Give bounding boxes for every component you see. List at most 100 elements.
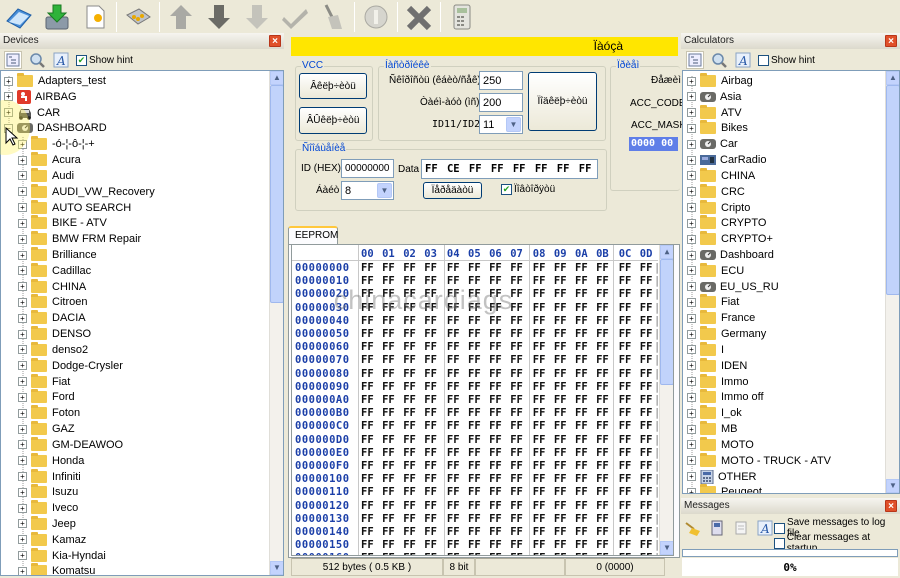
hex-byte[interactable]: FF xyxy=(489,420,502,432)
hex-row[interactable]: 000000E0 FF FF FF FF FF FF FF FF FF FF FF FF FF FF | xyxy=(292,447,660,460)
acc-value-field[interactable]: 0000 00 xyxy=(629,137,678,151)
tree-item[interactable]: + Bikes xyxy=(687,120,748,136)
hex-byte[interactable]: FF xyxy=(489,500,502,512)
hex-byte[interactable]: FF xyxy=(424,315,437,327)
tree-item[interactable]: + Jeep xyxy=(18,515,76,532)
hex-byte[interactable]: FF xyxy=(554,315,567,327)
hex-byte[interactable]: FF xyxy=(575,460,588,472)
hex-byte[interactable]: FF xyxy=(382,368,395,380)
hex-row[interactable]: 00000140 FF FF FF FF FF FF FF FF FF FF FF FF FF FF | xyxy=(292,526,660,539)
expand-icon[interactable]: + xyxy=(18,408,27,418)
hex-byte[interactable]: FF xyxy=(554,354,567,366)
hex-byte[interactable]: FF xyxy=(468,341,481,353)
hex-byte[interactable]: FF xyxy=(596,394,609,406)
expand-icon[interactable]: + xyxy=(687,408,696,418)
tree-item[interactable]: + Immo off xyxy=(687,389,764,405)
hex-byte[interactable]: FF xyxy=(533,328,546,340)
hex-byte[interactable]: FF xyxy=(596,552,609,555)
read-up-button[interactable] xyxy=(162,1,200,33)
tree-item[interactable]: + BMW FRM Repair xyxy=(18,231,141,247)
tree-item[interactable]: + Asia xyxy=(687,89,741,105)
hex-byte[interactable]: FF xyxy=(619,368,632,380)
hex-byte[interactable]: FF xyxy=(575,526,588,538)
hex-byte[interactable]: FF xyxy=(361,473,374,485)
tree-item[interactable]: + Iveco xyxy=(18,500,78,516)
tree-item[interactable]: + France xyxy=(687,310,755,326)
hex-byte[interactable]: FF xyxy=(424,486,437,498)
tree-item[interactable]: + ATV xyxy=(687,104,742,121)
tree-item[interactable]: + Honda xyxy=(18,452,84,469)
hex-byte[interactable]: FF xyxy=(533,394,546,406)
hex-byte[interactable]: FF xyxy=(403,447,416,459)
tree-item[interactable]: + DACIA xyxy=(18,310,86,326)
hex-byte[interactable]: FF xyxy=(468,473,481,485)
hex-byte[interactable]: FF xyxy=(361,341,374,353)
hex-byte[interactable]: FF xyxy=(382,407,395,419)
hex-byte[interactable]: FF xyxy=(510,394,523,406)
hex-byte[interactable]: FF xyxy=(468,262,481,274)
hex-byte[interactable]: FF xyxy=(361,368,374,380)
hex-byte[interactable]: FF xyxy=(575,262,588,274)
hex-row[interactable]: 00000150 FF FF FF FF FF FF FF FF FF FF FF FF FF FF | xyxy=(292,539,660,552)
hex-byte[interactable]: FF xyxy=(468,407,481,419)
new-document-button[interactable] xyxy=(76,1,114,33)
hex-byte[interactable]: FF xyxy=(447,262,460,274)
hex-byte[interactable]: FF xyxy=(619,407,632,419)
expand-icon[interactable]: + xyxy=(687,472,696,481)
hex-row[interactable]: 00000160FFFFFFFFFFFFFFFFFFFFFFFFFFFF| xyxy=(292,552,660,555)
hex-byte[interactable]: FF xyxy=(554,341,567,353)
hex-byte[interactable]: FF xyxy=(489,539,502,551)
hex-byte[interactable]: FF xyxy=(489,526,502,538)
expand-icon[interactable]: + xyxy=(18,519,27,529)
hex-byte[interactable]: FF xyxy=(640,460,653,472)
hex-byte[interactable]: FF xyxy=(554,513,567,525)
erase-button[interactable] xyxy=(314,1,352,33)
hex-byte[interactable]: FF xyxy=(489,262,502,274)
hex-byte[interactable]: FF xyxy=(575,434,588,446)
hex-row[interactable]: 00000120 FF FF FF FF FF FF FF FF FF FF FF FF FF FF | xyxy=(292,500,660,513)
hex-byte[interactable]: FF xyxy=(468,354,481,366)
hex-byte[interactable]: FF xyxy=(640,275,653,287)
hex-row[interactable]: 00000050 FF FF FF FF FF FF FF FF FF FF FF FF FF FF | xyxy=(292,328,660,341)
expand-icon[interactable]: + xyxy=(687,440,696,450)
expand-icon[interactable]: + xyxy=(18,472,27,481)
hex-byte[interactable]: FF xyxy=(596,420,609,432)
hex-byte[interactable]: FF xyxy=(510,539,523,551)
write-down-button[interactable] xyxy=(200,1,238,33)
hex-byte[interactable]: FF xyxy=(489,354,502,366)
hex-byte[interactable]: FF xyxy=(533,473,546,485)
hex-byte[interactable]: FF xyxy=(510,420,523,432)
expand-icon[interactable]: + xyxy=(4,76,13,86)
hex-byte[interactable]: FF xyxy=(596,368,609,380)
hex-byte[interactable]: FF xyxy=(468,500,481,512)
hex-byte[interactable]: FF xyxy=(382,341,395,353)
calculator-button[interactable] xyxy=(443,1,481,33)
hex-byte[interactable]: FF xyxy=(533,368,546,380)
tree-item[interactable]: + Kamaz xyxy=(18,531,86,548)
tree-item[interactable]: + IDEN xyxy=(687,357,747,374)
tree-item[interactable]: + Dodge-Crysler xyxy=(18,357,123,374)
hex-byte[interactable]: FF xyxy=(619,381,632,393)
repeat-checkbox[interactable]: ✔ xyxy=(501,184,512,195)
hex-byte[interactable]: FF xyxy=(361,381,374,393)
hex-byte[interactable]: FF xyxy=(447,328,460,340)
tree-item[interactable]: + Audi xyxy=(18,167,74,184)
scroll-down-arrow[interactable]: ▼ xyxy=(660,541,673,555)
hex-byte[interactable]: FF xyxy=(468,315,481,327)
hex-byte[interactable]: FF xyxy=(640,526,653,538)
hex-byte[interactable]: FF xyxy=(382,420,395,432)
hex-byte[interactable]: FF xyxy=(403,473,416,485)
tree-item[interactable]: + CHINA xyxy=(687,167,755,184)
hex-byte[interactable]: FF xyxy=(533,500,546,512)
check-button[interactable] xyxy=(276,1,314,33)
hex-byte[interactable]: FF xyxy=(575,407,588,419)
hex-row[interactable]: 00000130 FF FF FF FF FF FF FF FF FF FF FF FF FF FF | xyxy=(292,513,660,526)
devices-close-button[interactable]: × xyxy=(269,35,281,47)
hex-byte[interactable]: FF xyxy=(640,341,653,353)
hex-byte[interactable]: FF xyxy=(382,460,395,472)
hex-byte[interactable]: FF xyxy=(596,328,609,340)
expand-icon[interactable]: + xyxy=(687,456,696,466)
expand-icon[interactable]: + xyxy=(18,503,27,513)
copy-messages-button[interactable] xyxy=(732,519,750,537)
hex-byte[interactable]: FF xyxy=(619,552,632,555)
